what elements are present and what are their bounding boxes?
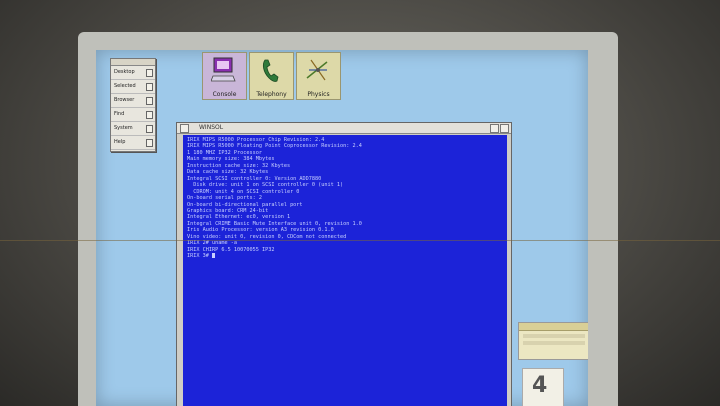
toolchest-item-find[interactable]: Find <box>111 108 155 122</box>
desktop-icon-label: Physics <box>307 91 330 98</box>
window-glyph-icon: 4 <box>532 373 548 398</box>
side-panel-window[interactable] <box>518 322 588 360</box>
phone-icon <box>262 59 279 82</box>
toolchest-item-system[interactable]: System <box>111 122 155 136</box>
terminal-prompt-line: IRIX 3# <box>187 253 503 259</box>
desktop-icon-label: Telephony <box>256 91 287 98</box>
toolchest-item-label: Browser <box>114 97 135 103</box>
console-monitor-icon <box>211 57 236 82</box>
toolchest-title-bar[interactable] <box>111 59 155 66</box>
side-panel-row <box>523 341 585 345</box>
console-titlebar[interactable]: WINSOL <box>177 123 511 134</box>
toolchest-item-label: Find <box>114 111 125 117</box>
toolchest-item-browser[interactable]: Browser <box>111 94 155 108</box>
side-panel-titlebar[interactable] <box>519 323 588 331</box>
toolchest-item-label: Selected <box>114 83 136 89</box>
video-scanline <box>0 240 720 241</box>
text-cursor <box>212 253 215 259</box>
desktop-icon-shelf: Console Telephony Physics <box>202 52 341 100</box>
submenu-arrow-icon <box>146 139 153 147</box>
maximize-button[interactable] <box>500 124 509 133</box>
console-window: WINSOL IRIX MIPS R5000 Processor Chip Re… <box>176 122 512 406</box>
side-panel-row <box>523 334 585 338</box>
toolchest-item-label: Desktop <box>114 69 135 75</box>
toolchest-item-desktop[interactable]: Desktop <box>111 66 155 80</box>
minimize-button[interactable] <box>490 124 499 133</box>
toolchest-item-help[interactable]: Help <box>111 136 155 150</box>
submenu-arrow-icon <box>146 69 153 77</box>
terminal-prompt: IRIX 3# <box>187 253 212 260</box>
toolchest-panel: Desktop Selected Browser Find System Hel… <box>110 58 156 152</box>
desktop-screen: Desktop Selected Browser Find System Hel… <box>96 50 588 406</box>
desktop-icon-physics[interactable]: Physics <box>296 52 341 100</box>
window-menu-button[interactable] <box>180 124 189 133</box>
toolchest-item-selected[interactable]: Selected <box>111 80 155 94</box>
submenu-arrow-icon <box>146 83 153 91</box>
submenu-arrow-icon <box>146 97 153 105</box>
submenu-arrow-icon <box>146 111 153 119</box>
toolchest-item-label: Help <box>114 139 126 145</box>
console-window-title: WINSOL <box>199 124 224 131</box>
desktop-icon-console[interactable]: Console <box>202 52 247 100</box>
submenu-arrow-icon <box>146 125 153 133</box>
minimized-window-icon[interactable]: 4 <box>522 368 564 406</box>
toolchest-item-label: System <box>114 125 133 131</box>
physics-icon <box>306 59 328 81</box>
terminal-output[interactable]: IRIX MIPS R5000 Processor Chip Revision:… <box>183 135 507 406</box>
desktop-icon-telephony[interactable]: Telephony <box>249 52 294 100</box>
desktop-icon-label: Console <box>212 91 237 98</box>
